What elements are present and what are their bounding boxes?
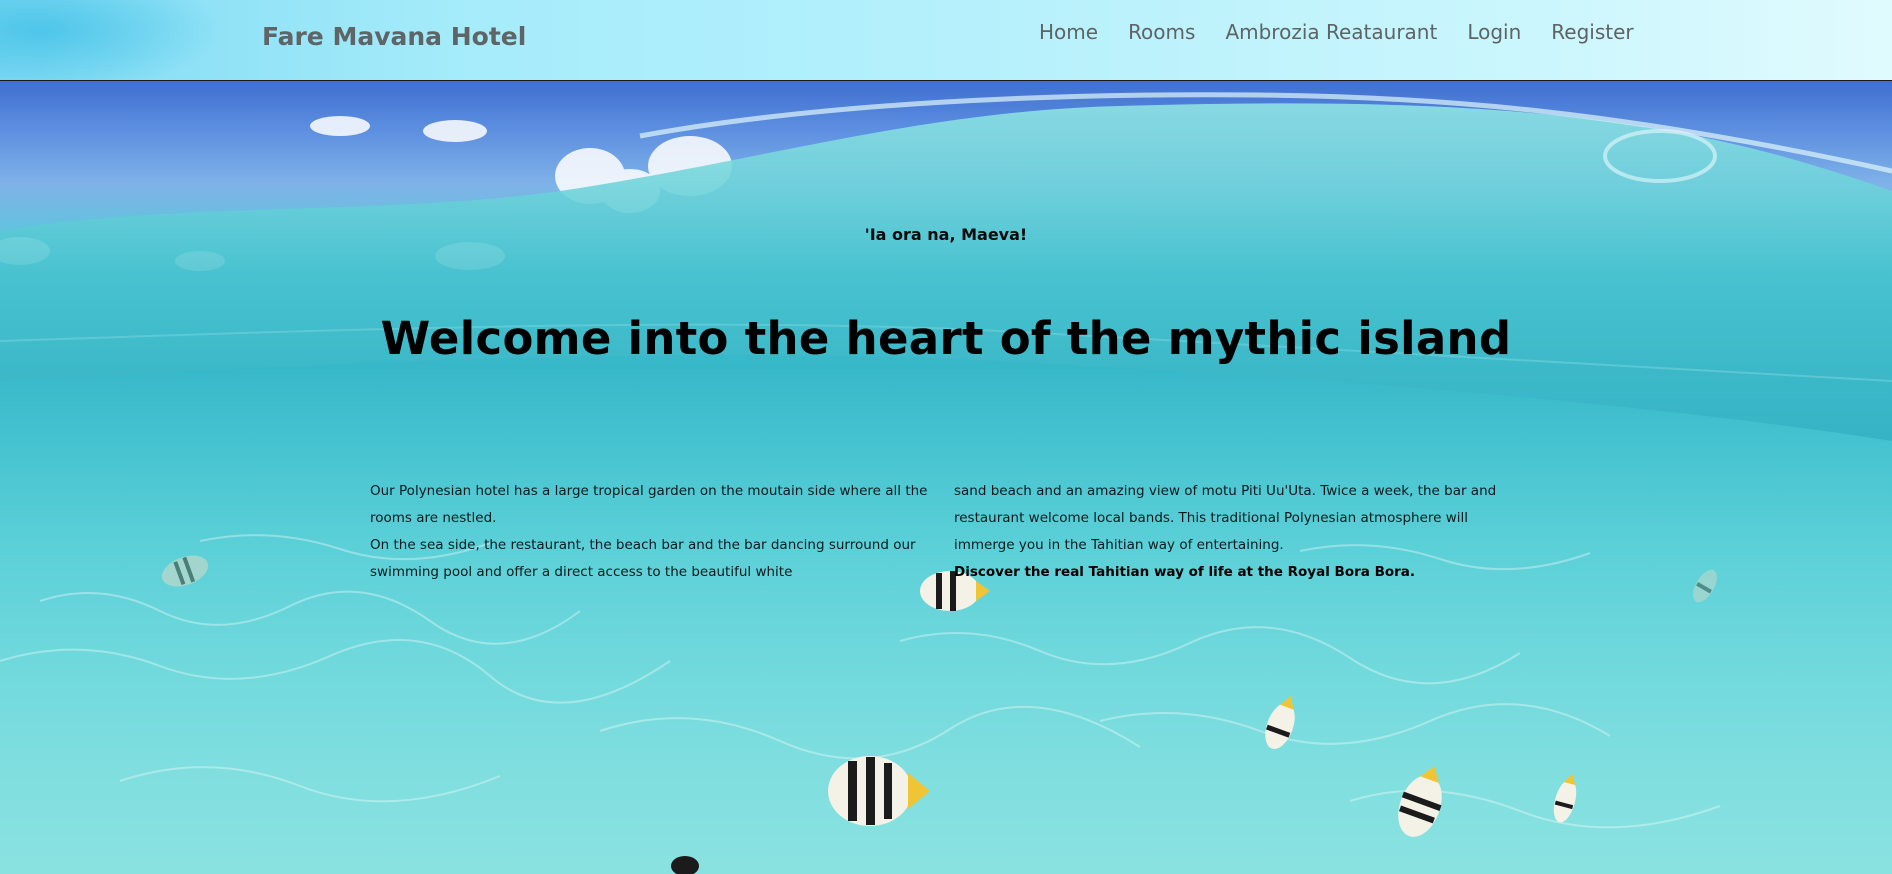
nav-rooms-link[interactable]: Rooms [1128,20,1195,44]
nav-home-link[interactable]: Home [1039,20,1098,44]
fish-icon [671,856,699,874]
fish-icon [1265,695,1295,749]
fish-icon [1693,569,1717,603]
page: Fare Mavana Hotel Home Rooms Ambrozia Re… [0,0,1892,874]
underwater-scene-illustration [0,92,1892,874]
fish-group [161,555,1717,874]
hero-headline: Welcome into the heart of the mythic isl… [380,312,1512,365]
fish-icon [828,756,930,826]
nav-restaurant-link[interactable]: Ambrozia Reataurant [1225,20,1437,44]
nav-login-link[interactable]: Login [1467,20,1521,44]
brand-link[interactable]: Fare Mavana Hotel [262,22,526,51]
fish-icon [1553,773,1577,823]
wave-crest [0,103,1892,442]
intro-paragraph: sand beach and an amazing view of motu P… [954,483,1497,553]
nav-register-link[interactable]: Register [1551,20,1633,44]
intro-paragraph: Our Polynesian hotel has a large tropica… [370,483,928,526]
hero-background-image [0,81,1892,874]
intro-emphasis: Discover the real Tahitian way of life a… [954,564,1416,580]
nav-links: Home Rooms Ambrozia Reataurant Login Reg… [1039,20,1664,44]
intro-right-column: sand beach and an amazing view of motu P… [954,478,1514,586]
intro-left-column: Our Polynesian hotel has a large tropica… [370,478,930,586]
intro-paragraph: On the sea side, the restaurant, the bea… [370,537,916,580]
hero-tagline: 'Ia ora na, Maeva! [864,225,1028,244]
fish-icon [1398,766,1442,837]
fish-icon [161,555,209,587]
navbar: Fare Mavana Hotel Home Rooms Ambrozia Re… [0,0,1892,81]
